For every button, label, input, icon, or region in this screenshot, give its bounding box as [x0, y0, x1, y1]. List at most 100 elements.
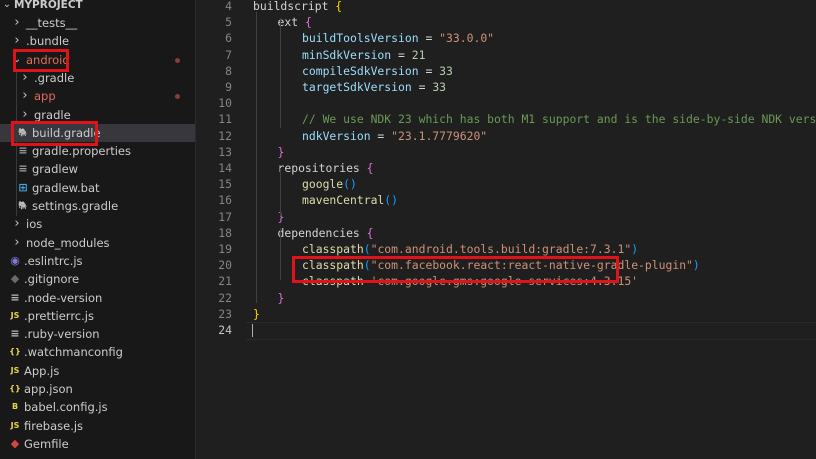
line-number: 12: [218, 128, 232, 143]
file-item[interactable]: ◉ .eslintrc.js: [0, 252, 195, 270]
code-token: 33: [432, 80, 447, 94]
code-token: google: [302, 177, 344, 192]
file-item[interactable]: JS firebase.js: [0, 417, 195, 435]
gradle-elephant-icon: 🐘: [18, 201, 28, 210]
file-item[interactable]: ⊞ gradlew.bat: [0, 179, 195, 197]
code-text: minSdkVersion = 21: [302, 47, 425, 63]
line-number: 6: [225, 31, 232, 46]
chevron-right-icon: ›: [14, 15, 20, 30]
tree-item-label: __tests__: [26, 16, 78, 30]
indent-guide: [280, 18, 281, 128]
tree-item-label: .ruby-version: [24, 327, 100, 342]
file-item[interactable]: JS .prettierrc.js: [0, 307, 195, 325]
tree-item-label: node_modules: [26, 235, 110, 250]
file-item[interactable]: 🐘 settings.gradle: [0, 197, 195, 215]
code-text: google(): [302, 176, 357, 192]
json-braces-icon: {}: [9, 347, 21, 357]
code-line[interactable]: 10: [196, 95, 816, 111]
code-token: (): [343, 177, 357, 192]
code-token: (: [363, 242, 371, 256]
code-token: {: [335, 0, 343, 13]
code-token: 33: [439, 63, 453, 78]
code-line[interactable]: 8 compileSdkVersion = 33: [196, 63, 816, 79]
line-number: 5: [225, 15, 232, 30]
tree-item-label: gradlew: [32, 162, 79, 177]
eslint-icon: ◉: [10, 253, 20, 267]
tree-item-label: settings.gradle: [32, 199, 119, 213]
chevron-right-icon: ›: [14, 234, 20, 250]
code-token: =: [391, 47, 412, 62]
code-token: // We use NDK 23 which has both M1 suppo…: [302, 112, 816, 127]
code-token: dependencies: [277, 225, 367, 240]
tree-item-label: .watchmanconfig: [24, 345, 123, 360]
code-line[interactable]: 15 google(): [196, 176, 816, 192]
text-cursor: [252, 324, 253, 337]
tree-item-label: Gemfile: [24, 436, 69, 451]
line-number: 9: [225, 80, 232, 94]
code-token: minSdkVersion: [302, 47, 392, 62]
code-line[interactable]: 22}: [196, 290, 816, 306]
tree-item-label: firebase.js: [24, 418, 84, 433]
code-line[interactable]: 12 ndkVersion = "23.1.7779620": [196, 128, 816, 144]
code-line[interactable]: 9 targetSdkVersion = 33: [196, 79, 816, 95]
file-item[interactable]: ≡ .node-version: [0, 289, 195, 307]
line-number: 7: [225, 47, 232, 62]
code-line[interactable]: 14 repositories {: [196, 160, 816, 176]
line-number: 17: [218, 209, 232, 224]
file-item[interactable]: {} .watchmanconfig: [0, 343, 195, 361]
code-token: (): [384, 193, 399, 208]
highlight-box-android: [13, 49, 69, 72]
file-item[interactable]: ◆ Gemfile: [0, 435, 195, 453]
file-item[interactable]: {} app.json: [0, 380, 195, 398]
code-token: "23.1.7779620": [391, 128, 488, 143]
folder-item[interactable]: › node_modules: [0, 234, 195, 252]
code-line[interactable]: 11 // We use NDK 23 which has both M1 sup…: [196, 111, 816, 127]
indent-guide: [256, 12, 257, 303]
code-line[interactable]: 5 ext {: [196, 14, 816, 30]
file-item[interactable]: JS App.js: [0, 362, 195, 380]
folder-item[interactable]: › .bundle: [0, 32, 195, 50]
folder-item[interactable]: › ios: [0, 215, 195, 233]
line-number: 10: [218, 96, 232, 111]
code-token: =: [411, 80, 433, 94]
tree-item-label: ios: [26, 217, 43, 232]
code-line[interactable]: 23}: [196, 306, 816, 322]
js-icon: JS: [10, 310, 20, 320]
code-token: buildscript: [253, 0, 336, 13]
code-line[interactable]: 6 buildToolsVersion = "33.0.0": [196, 30, 816, 46]
code-token: ): [631, 242, 639, 256]
text-lines-icon: ≡: [10, 327, 20, 341]
folder-item[interactable]: › app: [0, 87, 195, 105]
file-item[interactable]: ≡ .ruby-version: [0, 325, 195, 343]
code-text: repositories {: [278, 160, 374, 176]
code-line[interactable]: 4 buildscript {: [196, 0, 816, 14]
code-editor[interactable]: 4 buildscript {5 ext {6 buildToolsVersion =…: [196, 0, 816, 459]
code-line[interactable]: 13}: [196, 144, 816, 160]
js-icon: JS: [10, 420, 20, 430]
file-item[interactable]: ≡ gradlew: [0, 160, 195, 178]
code-line[interactable]: 16 mavenCentral(): [196, 192, 816, 208]
code-line[interactable]: 18 dependencies {: [196, 225, 816, 241]
json-braces-icon: {}: [9, 384, 21, 393]
file-item[interactable]: ◆ .gitignore: [0, 270, 195, 288]
code-token: ext: [277, 15, 305, 30]
explorer-root-header[interactable]: ⌄ MYPROJECT: [0, 0, 195, 14]
line-number: 22: [218, 290, 232, 305]
line-number: 19: [218, 242, 232, 256]
folder-item[interactable]: › __tests__: [0, 14, 195, 32]
code-line[interactable]: 24: [196, 322, 816, 338]
code-line[interactable]: 7 minSdkVersion = 21: [196, 47, 816, 63]
chevron-down-icon: ⌄: [2, 0, 12, 10]
line-number: 24: [218, 323, 232, 337]
code-line[interactable]: 19 classpath("com.android.tools.build:gra…: [196, 241, 816, 257]
explorer-root-label: MYPROJECT: [14, 0, 83, 11]
code-text: }: [278, 290, 285, 306]
file-item[interactable]: Bbabel.config.js: [0, 398, 195, 416]
code-line[interactable]: 17}: [196, 209, 816, 225]
code-token: buildToolsVersion: [302, 31, 419, 46]
tree-item-label: app.json: [24, 382, 73, 396]
code-text: // We use NDK 23 which has both M1 suppo…: [302, 111, 816, 127]
chevron-right-icon: ›: [14, 33, 20, 49]
code-token: =: [418, 31, 440, 46]
tree-item-label: .eslintrc.js: [24, 253, 83, 268]
